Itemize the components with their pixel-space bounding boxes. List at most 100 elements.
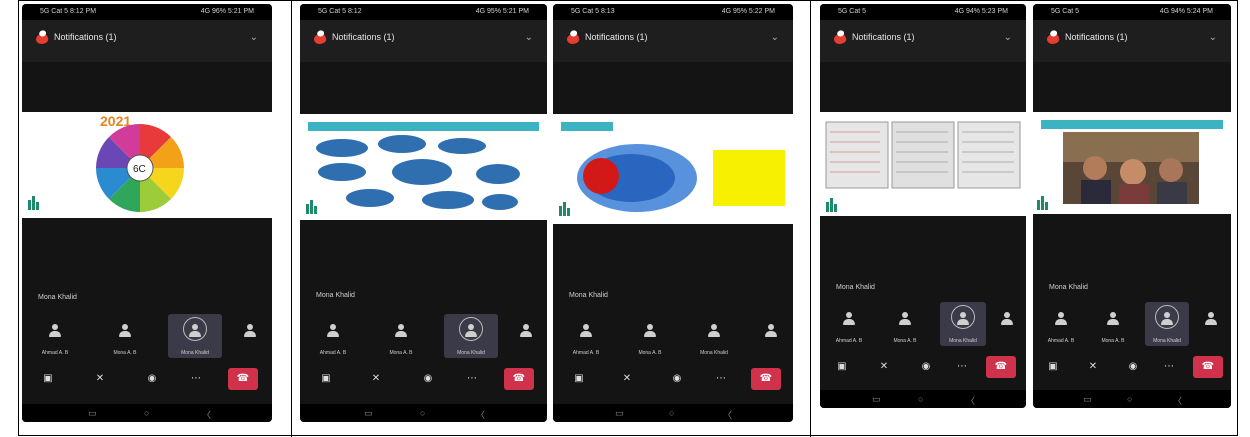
mic-off-icon[interactable]: ✕ — [364, 368, 388, 390]
end-call-icon[interactable]: ☎ — [1193, 356, 1223, 378]
phone-screen-3: 5G Cat 5 8:13 4G 95% 5:22 PM Notification… — [553, 4, 793, 422]
home-icon[interactable]: ○ — [144, 408, 149, 418]
end-call-icon[interactable]: ☎ — [228, 368, 258, 390]
home-icon[interactable]: ○ — [1127, 394, 1132, 404]
shared-slide — [1033, 112, 1231, 214]
participant-tile-active[interactable]: Mona Khalid — [1145, 302, 1189, 346]
chart-logo-icon — [826, 198, 837, 212]
call-controls: ▣ ✕ ◉ ⋯ ☎ — [553, 364, 793, 396]
participant-tile[interactable]: Mona A. B — [374, 314, 428, 358]
meeting-title[interactable]: Notifications (1) — [54, 32, 117, 42]
chevron-down-icon[interactable]: ⌄ — [1209, 32, 1217, 43]
meeting-title[interactable]: Notifications (1) — [1065, 32, 1128, 42]
chevron-down-icon[interactable]: ⌄ — [1004, 32, 1012, 43]
mic-off-icon[interactable]: ✕ — [872, 356, 896, 378]
back-icon[interactable]: 〈 — [476, 408, 485, 421]
mic-off-icon[interactable]: ✕ — [615, 368, 639, 390]
meeting-title[interactable]: Notifications (1) — [332, 32, 395, 42]
home-icon[interactable]: ○ — [420, 408, 425, 418]
slide-title-band — [561, 122, 613, 131]
more-icon[interactable]: ⋯ — [950, 356, 974, 378]
android-navbar: ▭ ○ 〈 — [1033, 390, 1231, 408]
participant-name: Ahmad A. B — [572, 350, 600, 356]
shared-slide — [820, 112, 1026, 216]
mic-off-icon[interactable]: ✕ — [1081, 356, 1105, 378]
end-call-icon[interactable]: ☎ — [986, 356, 1016, 378]
recents-icon[interactable]: ▭ — [88, 408, 97, 419]
participant-tile[interactable] — [1199, 302, 1223, 346]
participant-tile[interactable]: Mona A. B — [882, 302, 928, 346]
chevron-down-icon[interactable]: ⌄ — [525, 32, 533, 43]
recents-icon[interactable]: ▭ — [1083, 394, 1092, 405]
app-logo-icon — [832, 32, 848, 46]
chart-logo-icon — [306, 200, 317, 214]
headset-icon[interactable]: ◉ — [140, 368, 164, 390]
more-icon[interactable]: ⋯ — [1157, 356, 1181, 378]
chart-logo-icon — [28, 196, 39, 210]
status-bar: 5G Cat 5 4G 94% 5:23 PM — [820, 4, 1026, 20]
camera-icon[interactable]: ▣ — [36, 368, 60, 390]
status-time: 5G Cat 5 8:13 — [571, 8, 615, 15]
participant-tile[interactable]: Mona A. B — [623, 314, 677, 358]
back-icon[interactable]: 〈 — [1173, 394, 1182, 407]
participant-name: Mona Khalid — [457, 350, 485, 356]
participant-tile[interactable] — [234, 314, 266, 358]
recents-icon[interactable]: ▭ — [872, 394, 881, 405]
participant-tile-active[interactable]: Mona Khalid — [168, 314, 222, 358]
home-icon[interactable]: ○ — [669, 408, 674, 418]
camera-icon[interactable]: ▣ — [1041, 356, 1065, 378]
participant-tile-active[interactable]: Mona Khalid — [940, 302, 986, 346]
meeting-header: Notifications (1) ⌄ — [820, 20, 1026, 62]
status-indicators: 4G 95% 5:22 PM — [721, 8, 775, 15]
camera-icon[interactable]: ▣ — [314, 368, 338, 390]
participant-tile[interactable]: Ahmad A. B — [1039, 302, 1083, 346]
yellow-note-box — [713, 150, 785, 206]
participant-tile[interactable]: Ahmad A. B — [826, 302, 872, 346]
phone-screen-4: 5G Cat 5 4G 94% 5:23 PM Notifications (1)… — [820, 4, 1026, 408]
camera-icon[interactable]: ▣ — [830, 356, 854, 378]
chevron-down-icon[interactable]: ⌄ — [250, 32, 258, 43]
participant-tile[interactable] — [510, 314, 542, 358]
meeting-header: Notifications (1) ⌄ — [553, 20, 793, 62]
back-icon[interactable]: 〈 — [202, 408, 211, 421]
participant-tile[interactable]: Ahmad A. B — [306, 314, 360, 358]
back-icon[interactable]: 〈 — [723, 408, 732, 421]
more-icon[interactable]: ⋯ — [460, 368, 484, 390]
call-controls: ▣ ✕ ◉ ⋯ ☎ — [820, 352, 1026, 384]
avatar-icon — [1107, 312, 1119, 326]
app-logo-icon — [34, 32, 50, 46]
avatar-icon — [465, 324, 477, 338]
end-call-icon[interactable]: ☎ — [504, 368, 534, 390]
participant-tile-active[interactable]: Mona Khalid — [444, 314, 498, 358]
status-time: 5G Cat 5 — [1051, 8, 1080, 15]
more-icon[interactable]: ⋯ — [709, 368, 733, 390]
participant-tile[interactable]: Ahmad A. B — [28, 314, 82, 358]
headset-icon[interactable]: ◉ — [914, 356, 938, 378]
home-icon[interactable]: ○ — [918, 394, 923, 404]
headset-icon[interactable]: ◉ — [665, 368, 689, 390]
participant-tile[interactable]: Mona A. B — [1091, 302, 1135, 346]
mic-off-icon[interactable]: ✕ — [88, 368, 112, 390]
status-time: 5G Cat 5 8:12 PM — [40, 8, 97, 15]
participant-tile[interactable] — [755, 314, 787, 358]
participant-name: Mona A. B — [1101, 338, 1125, 344]
chevron-down-icon[interactable]: ⌄ — [771, 32, 779, 43]
meeting-title[interactable]: Notifications (1) — [585, 32, 648, 42]
participant-tile[interactable]: Ahmad A. B — [559, 314, 613, 358]
participant-tile[interactable]: Mona A. B — [98, 314, 152, 358]
participant-tile[interactable]: Mona Khalid — [687, 314, 741, 358]
meeting-header: Notifications (1) ⌄ — [1033, 20, 1231, 62]
more-icon[interactable]: ⋯ — [184, 368, 208, 390]
avatar-icon — [244, 324, 256, 338]
meeting-title[interactable]: Notifications (1) — [852, 32, 915, 42]
recents-icon[interactable]: ▭ — [615, 408, 624, 419]
recents-icon[interactable]: ▭ — [364, 408, 373, 419]
back-icon[interactable]: 〈 — [966, 394, 975, 407]
camera-icon[interactable]: ▣ — [567, 368, 591, 390]
participant-name: Mona A. B — [893, 338, 917, 344]
headset-icon[interactable]: ◉ — [416, 368, 440, 390]
end-call-icon[interactable]: ☎ — [751, 368, 781, 390]
headset-icon[interactable]: ◉ — [1121, 356, 1145, 378]
meeting-header: Notifications (1) ⌄ — [300, 20, 547, 62]
participant-tile[interactable] — [994, 302, 1020, 346]
